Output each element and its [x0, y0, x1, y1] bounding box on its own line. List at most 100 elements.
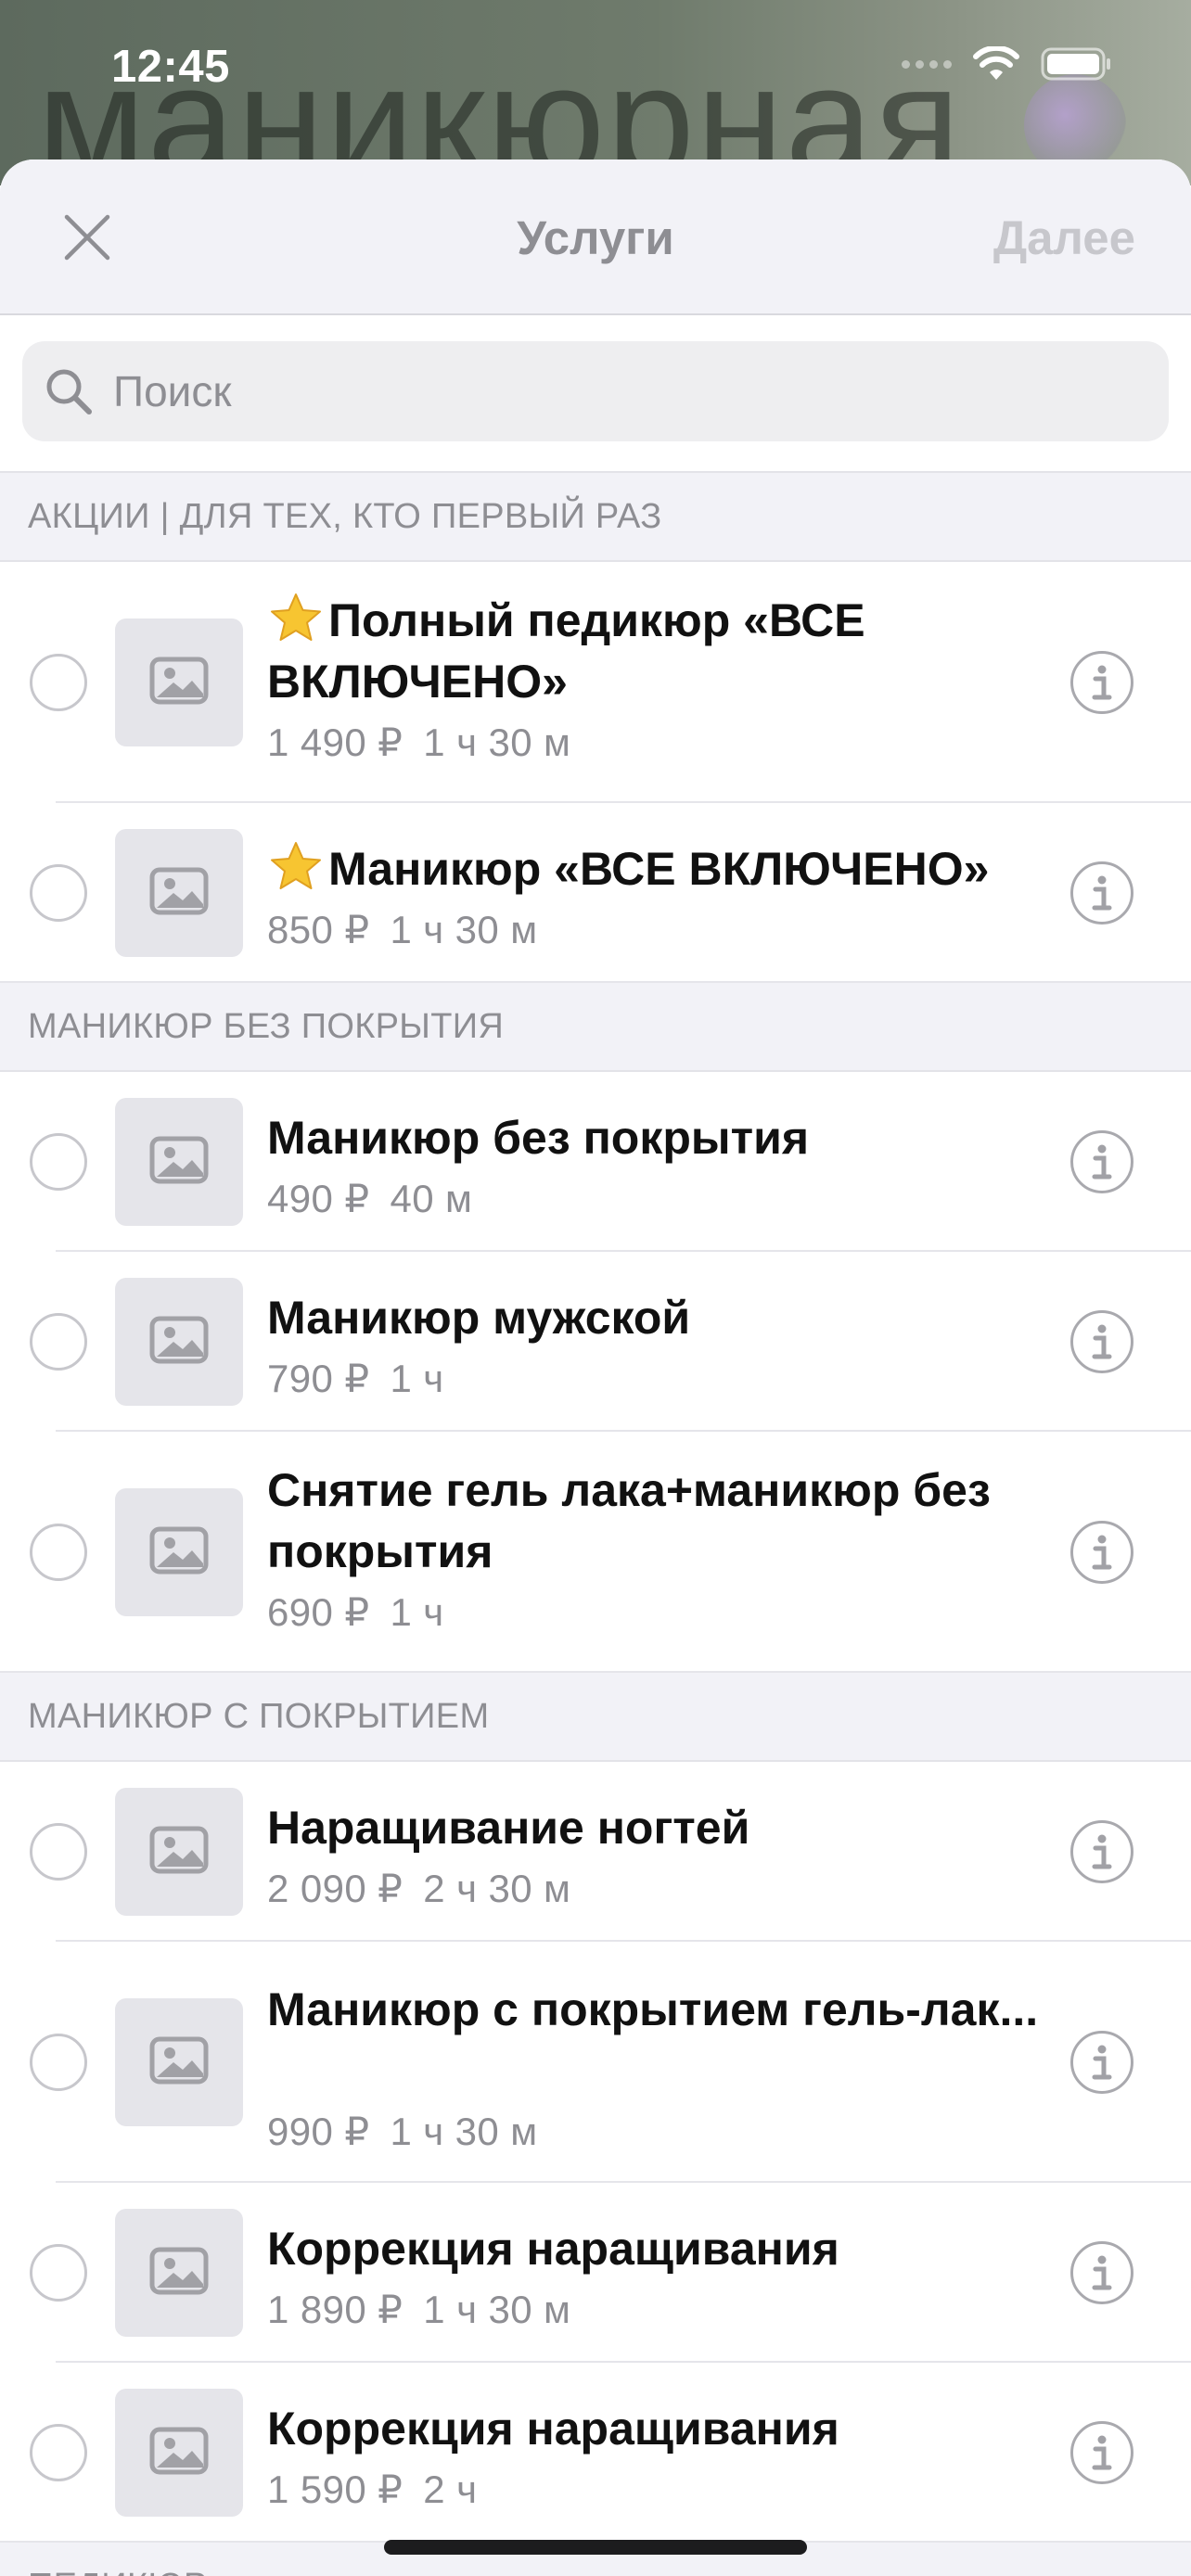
service-duration: 2 ч	[423, 2468, 478, 2511]
select-radio[interactable]	[30, 2034, 87, 2091]
select-radio[interactable]	[30, 1133, 87, 1191]
info-button[interactable]	[1070, 1310, 1133, 1373]
info-button[interactable]	[1070, 1820, 1133, 1883]
image-placeholder-icon	[149, 657, 209, 709]
service-text: Маникюр мужской 790 ₽ 1 ч	[267, 1287, 1052, 1401]
service-price: 1 490 ₽	[267, 721, 403, 764]
info-button[interactable]	[1070, 861, 1133, 925]
service-row[interactable]: Полный педикюр «ВСЕ ВКЛЮЧЕНО» 1 490 ₽ 1 ч …	[0, 562, 1191, 803]
service-price: 1 590 ₽	[267, 2468, 403, 2511]
info-button[interactable]	[1070, 2421, 1133, 2484]
service-row[interactable]: Маникюр «ВСЕ ВКЛЮЧЕНО» 850 ₽ 1 ч 30 м	[0, 803, 1191, 983]
image-placeholder-icon	[149, 2427, 209, 2480]
service-row[interactable]: Маникюр мужской 790 ₽ 1 ч	[0, 1252, 1191, 1432]
service-thumbnail	[115, 1098, 243, 1226]
services-sheet: Услуги Далее АКЦИИ | ДЛЯ ТЕХ, КТО ПЕРВЫЙ…	[0, 159, 1191, 2576]
service-list: АКЦИИ | ДЛЯ ТЕХ, КТО ПЕРВЫЙ РАЗ Полный пе…	[0, 473, 1191, 2576]
image-placeholder-icon	[149, 1316, 209, 1369]
service-title-text: Маникюр мужской	[267, 1292, 691, 1344]
info-button[interactable]	[1070, 651, 1133, 714]
service-title: Коррекция наращивания	[267, 2218, 1052, 2279]
service-text: Маникюр без покрытия 490 ₽ 40 м	[267, 1107, 1052, 1221]
service-text: Коррекция наращивания 1 890 ₽ 1 ч 30 м	[267, 2218, 1052, 2332]
image-placeholder-icon	[149, 1826, 209, 1879]
service-row[interactable]: Коррекция наращивания 1 590 ₽ 2 ч	[0, 2363, 1191, 2543]
next-button[interactable]: Далее	[993, 210, 1135, 265]
service-text: Маникюр «ВСЕ ВКЛЮЧЕНО» 850 ₽ 1 ч 30 м	[267, 838, 1052, 952]
service-duration: 40 м	[390, 1177, 473, 1220]
service-title: Коррекция наращивания	[267, 2398, 1052, 2459]
select-radio[interactable]	[30, 2424, 87, 2481]
service-row[interactable]: Маникюр с покрытием гель-лак... 990 ₽ 1 ч …	[0, 1942, 1191, 2183]
service-title-text: Маникюр без покрытия	[267, 1112, 810, 1164]
cellular-signal-icon	[902, 59, 952, 69]
image-placeholder-icon	[149, 1526, 209, 1579]
select-radio[interactable]	[30, 1524, 87, 1581]
service-thumbnail	[115, 1998, 243, 2126]
service-title: Маникюр мужской	[267, 1287, 1052, 1348]
info-icon	[1085, 874, 1119, 912]
service-price: 990 ₽	[267, 2110, 370, 2153]
info-button[interactable]	[1070, 1521, 1133, 1584]
info-button[interactable]	[1070, 2241, 1133, 2304]
service-thumbnail	[115, 1278, 243, 1406]
info-icon	[1085, 2253, 1119, 2292]
service-title: Наращивание ногтей	[267, 1797, 1052, 1858]
service-row[interactable]: Коррекция наращивания 1 890 ₽ 1 ч 30 м	[0, 2183, 1191, 2363]
service-text: Наращивание ногтей 2 090 ₽ 2 ч 30 м	[267, 1797, 1052, 1911]
select-radio[interactable]	[30, 1313, 87, 1371]
service-meta: 990 ₽ 1 ч 30 м	[267, 2109, 1052, 2154]
search-input[interactable]	[113, 366, 1169, 416]
service-price: 490 ₽	[267, 1177, 370, 1220]
service-row[interactable]: Маникюр без покрытия 490 ₽ 40 м	[0, 1072, 1191, 1252]
info-icon	[1085, 663, 1119, 702]
select-radio[interactable]	[30, 2244, 87, 2302]
service-row[interactable]: Наращивание ногтей 2 090 ₽ 2 ч 30 м	[0, 1762, 1191, 1942]
info-icon	[1085, 1142, 1119, 1181]
service-duration: 1 ч 30 м	[390, 908, 538, 951]
service-thumbnail	[115, 829, 243, 957]
search-field[interactable]	[22, 341, 1169, 441]
service-title-text: Маникюр «ВСЕ ВКЛЮЧЕНО»	[328, 843, 990, 895]
service-price: 2 090 ₽	[267, 1867, 403, 1910]
select-radio[interactable]	[30, 864, 87, 922]
service-duration: 1 ч	[390, 1590, 444, 1634]
info-icon	[1085, 2043, 1119, 2082]
info-icon	[1085, 2433, 1119, 2472]
section-header: АКЦИИ | ДЛЯ ТЕХ, КТО ПЕРВЫЙ РАЗ	[0, 473, 1191, 562]
service-duration: 1 ч	[390, 1357, 444, 1400]
service-price: 790 ₽	[267, 1357, 370, 1400]
service-price: 1 890 ₽	[267, 2288, 403, 2331]
screen: маникюрная 12:45 Услуги Далее Поиск АКЦИ…	[0, 0, 1191, 2576]
search-bar	[0, 315, 1191, 473]
image-placeholder-icon	[149, 1136, 209, 1189]
service-title-text: Коррекция наращивания	[267, 2223, 839, 2275]
image-placeholder-icon	[149, 2247, 209, 2300]
select-radio[interactable]	[30, 1823, 87, 1881]
service-thumbnail	[115, 618, 243, 746]
info-icon	[1085, 1322, 1119, 1361]
select-radio[interactable]	[30, 654, 87, 711]
info-button[interactable]	[1070, 2031, 1133, 2094]
service-duration: 1 ч 30 м	[390, 2110, 538, 2153]
service-price: 850 ₽	[267, 908, 370, 951]
service-title: Полный педикюр «ВСЕ ВКЛЮЧЕНО»	[267, 590, 1052, 712]
service-meta: 1 890 ₽ 1 ч 30 м	[267, 2287, 1052, 2332]
service-title: Маникюр «ВСЕ ВКЛЮЧЕНО»	[267, 838, 1052, 899]
info-button[interactable]	[1070, 1130, 1133, 1193]
section-header: МАНИКЮР С ПОКРЫТИЕМ	[0, 1673, 1191, 1762]
service-thumbnail	[115, 2209, 243, 2337]
service-thumbnail	[115, 2389, 243, 2517]
service-meta: 2 090 ₽ 2 ч 30 м	[267, 1866, 1052, 1911]
home-indicator[interactable]	[384, 2540, 807, 2555]
service-title: Маникюр без покрытия	[267, 1107, 1052, 1168]
status-icons	[902, 46, 1113, 82]
image-placeholder-icon	[149, 867, 209, 920]
service-row[interactable]: Снятие гель лака+маникюр без покрытия 690…	[0, 1432, 1191, 1673]
service-meta: 1 590 ₽ 2 ч	[267, 2467, 1052, 2512]
info-icon	[1085, 1533, 1119, 1572]
service-title: Снятие гель лака+маникюр без покрытия	[267, 1460, 1052, 1582]
info-icon	[1085, 1832, 1119, 1871]
service-thumbnail	[115, 1788, 243, 1916]
service-title-text: Наращивание ногтей	[267, 1802, 750, 1854]
